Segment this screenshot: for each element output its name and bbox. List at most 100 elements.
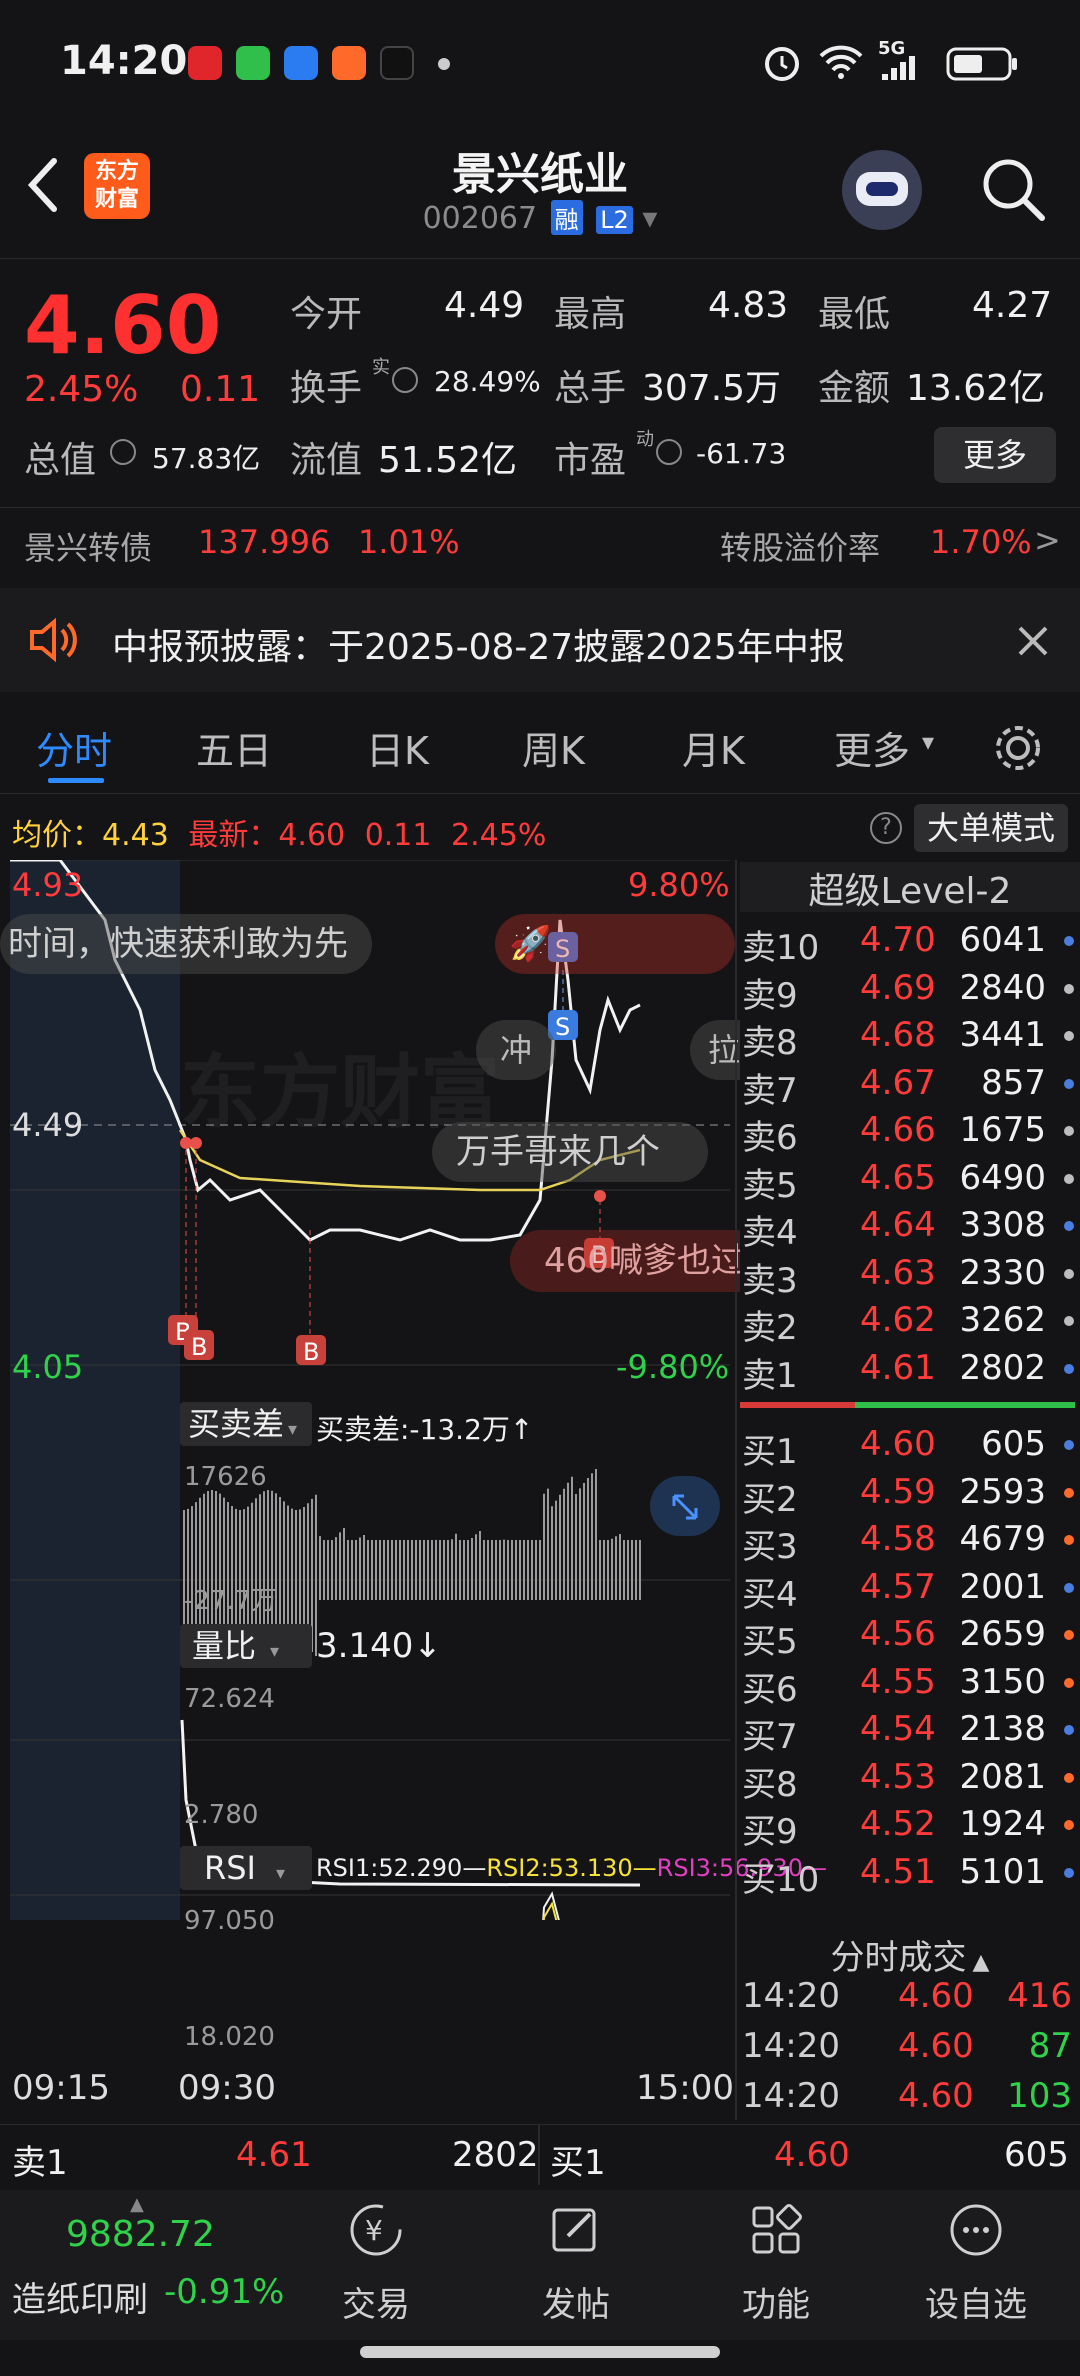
index-value[interactable]: 9882.72 bbox=[66, 2214, 215, 2255]
bid-price: 4.55 bbox=[860, 1661, 936, 1702]
nav-functions[interactable]: 功能 bbox=[706, 2200, 846, 2326]
big-order-mode-button[interactable]: 大单模式 bbox=[914, 804, 1068, 852]
battery-icon bbox=[946, 47, 1017, 81]
ask-row[interactable]: 卖8 4.68 3441 bbox=[740, 1015, 1080, 1063]
tab-intraday[interactable]: 分时 bbox=[36, 720, 112, 775]
tab-weekly-k[interactable]: 周K bbox=[522, 720, 585, 775]
avg-value: 4.43 bbox=[102, 818, 169, 853]
bond-label[interactable]: 景兴转债 bbox=[24, 523, 152, 569]
bid-row[interactable]: 买2 4.59 2593 bbox=[740, 1472, 1080, 1520]
intraday-chart-area: 均价：4.43 最新：4.60 0.11 2.45% ? 大单模式 东方财富 B… bbox=[0, 800, 1080, 2120]
ask-row[interactable]: 卖6 4.66 1675 bbox=[740, 1110, 1080, 1158]
index-name[interactable]: 造纸印刷 bbox=[12, 2272, 148, 2321]
more-button[interactable]: 更多 bbox=[934, 427, 1056, 483]
tab-five-day[interactable]: 五日 bbox=[196, 720, 272, 775]
tab-monthly-k[interactable]: 月K bbox=[682, 720, 745, 775]
bid-row[interactable]: 买9 4.52 1924 bbox=[740, 1804, 1080, 1852]
close-icon[interactable] bbox=[1016, 624, 1050, 658]
pe-label: 市盈 bbox=[554, 440, 627, 481]
robot-assistant-icon[interactable] bbox=[842, 150, 922, 230]
ask-row[interactable]: 卖4 4.64 3308 bbox=[740, 1205, 1080, 1253]
help-icon[interactable]: ? bbox=[870, 812, 902, 844]
level2-title[interactable]: 超级Level-2 bbox=[740, 862, 1080, 912]
ask-dot bbox=[1064, 1268, 1074, 1279]
turnover-label: 换手 bbox=[290, 368, 363, 409]
tick-time: 14:20 bbox=[742, 2076, 840, 2116]
settings-gear-icon[interactable] bbox=[990, 720, 1046, 776]
chevron-right-icon[interactable]: > bbox=[1034, 521, 1061, 559]
expand-button[interactable] bbox=[650, 1476, 720, 1536]
bid-price: 4.60 bbox=[860, 1424, 936, 1464]
mcap-label: 总值 bbox=[24, 440, 97, 481]
ask-row[interactable]: 卖3 4.63 2330 bbox=[740, 1253, 1080, 1301]
bid-row[interactable]: 买6 4.55 3150 bbox=[740, 1662, 1080, 1710]
open-label: 今开 bbox=[290, 294, 363, 335]
ask-dot bbox=[1064, 936, 1074, 946]
pct-axis-bottom: -9.80% bbox=[616, 1348, 730, 1386]
collapse-arrow-icon[interactable]: ▲ bbox=[130, 2194, 144, 2215]
mcap-value: 57.83亿 bbox=[152, 442, 261, 475]
bottom-quote-bar: 卖1 4.61 2802 买1 4.60 605 bbox=[0, 2124, 1080, 2185]
bid-dot bbox=[1064, 1487, 1074, 1498]
bid-dot bbox=[1064, 1725, 1074, 1735]
ask-price: 4.62 bbox=[860, 1300, 936, 1340]
ask-row[interactable]: 卖1 4.61 2802 bbox=[740, 1348, 1080, 1396]
tick-time: 14:20 bbox=[742, 2026, 840, 2066]
bid-row[interactable]: 买3 4.58 4679 bbox=[740, 1519, 1080, 1567]
tab-more[interactable]: 更多 bbox=[834, 720, 910, 775]
cell-signal-icon bbox=[882, 56, 915, 80]
bid-price: 4.51 bbox=[860, 1851, 936, 1892]
nav-post[interactable]: 发帖 bbox=[506, 2200, 646, 2326]
buy-marker[interactable]: B bbox=[296, 1335, 326, 1366]
search-icon[interactable] bbox=[978, 154, 1048, 224]
indicator1-selector[interactable]: 买卖差 ▾ bbox=[180, 1402, 312, 1446]
stock-code: 002067 bbox=[422, 201, 538, 236]
indicator2-selector[interactable]: 量比 ▾ bbox=[180, 1624, 312, 1668]
tick-price: 4.60 bbox=[898, 2076, 974, 2116]
tab-daily-k[interactable]: 日K bbox=[366, 720, 429, 775]
tick-row: 14:20 4.60 103 bbox=[740, 2076, 1080, 2124]
rocket-banner[interactable]: 🚀 bbox=[495, 914, 735, 974]
bid-row[interactable]: 买5 4.56 2659 bbox=[740, 1614, 1080, 1662]
ask-volume: 2330 bbox=[959, 1252, 1046, 1293]
ask-row[interactable]: 卖5 4.65 6490 bbox=[740, 1158, 1080, 1206]
tiktok-notification-icon bbox=[380, 46, 414, 80]
volume-value: 307.5万 bbox=[642, 368, 782, 409]
bid-row[interactable]: 买8 4.53 2081 bbox=[740, 1757, 1080, 1805]
info-icon[interactable] bbox=[110, 439, 136, 465]
ask-row[interactable]: 卖2 4.62 3262 bbox=[740, 1300, 1080, 1348]
indicator1-top: 17626 bbox=[184, 1462, 267, 1492]
turnover-value: 28.49% bbox=[434, 365, 541, 398]
ask-label: 卖3 bbox=[742, 1260, 798, 1301]
buy-marker[interactable]: B bbox=[184, 1330, 214, 1361]
y-axis-top: 4.93 bbox=[12, 866, 84, 904]
bid-row[interactable]: 买1 4.60 605 bbox=[740, 1424, 1080, 1472]
bid-row[interactable]: 买10 4.51 5101 bbox=[740, 1852, 1080, 1900]
ticks-title[interactable]: 分时成交 ▲ bbox=[740, 1930, 1080, 1979]
more-dropdown-icon: ▾ bbox=[922, 728, 935, 756]
info-icon[interactable] bbox=[656, 439, 682, 465]
indicator3-selector[interactable]: RSI ▾ bbox=[180, 1846, 312, 1890]
bid-price: 4.57 bbox=[860, 1566, 936, 1607]
bid-price: 4.52 bbox=[860, 1804, 936, 1844]
home-indicator[interactable] bbox=[360, 2346, 720, 2358]
bottom-nav: ▲ 9882.72 造纸印刷 -0.91% ¥ 交易 发帖 功能 设自选 bbox=[0, 2190, 1080, 2340]
ask-row[interactable]: 卖10 4.70 6041 bbox=[740, 920, 1080, 968]
danmu-bubble: 万手哥来几个 bbox=[432, 1122, 708, 1182]
ask-row[interactable]: 卖7 4.67 857 bbox=[740, 1063, 1080, 1111]
bid-label: 买3 bbox=[742, 1527, 798, 1567]
nav-watchlist[interactable]: 设自选 bbox=[906, 2200, 1046, 2326]
bid-row[interactable]: 买4 4.57 2001 bbox=[740, 1567, 1080, 1615]
bid-volume: 4679 bbox=[959, 1519, 1046, 1559]
notice-banner[interactable]: 中报预披露：于2025-08-27披露2025年中报 bbox=[0, 588, 1080, 692]
current-price: 4.60 bbox=[24, 279, 222, 372]
premium-label[interactable]: 转股溢价率 bbox=[720, 523, 880, 569]
price-chart-svg[interactable]: 东方财富 B B B B S S bbox=[0, 860, 740, 1920]
bond-price: 137.996 bbox=[198, 523, 331, 561]
bid-row[interactable]: 买7 4.54 2138 bbox=[740, 1709, 1080, 1757]
bottom-bid-volume: 605 bbox=[1004, 2135, 1069, 2175]
ask-row[interactable]: 卖9 4.69 2840 bbox=[740, 968, 1080, 1016]
info-icon[interactable] bbox=[392, 367, 418, 393]
nav-trade[interactable]: ¥ 交易 bbox=[306, 2200, 446, 2326]
tick-row: 14:20 4.60 87 bbox=[740, 2026, 1080, 2074]
